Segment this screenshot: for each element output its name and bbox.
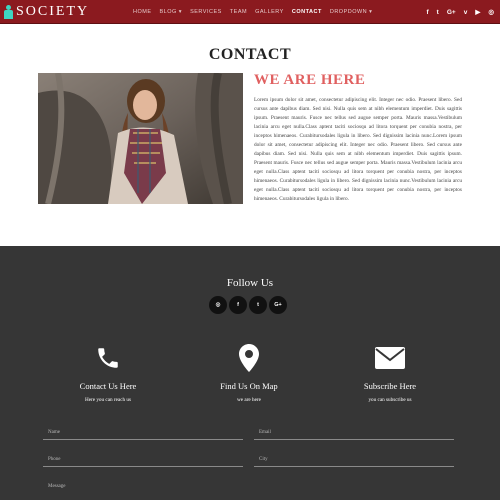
vimeo-icon[interactable]: v <box>464 9 468 16</box>
twitter-icon[interactable]: t <box>437 9 439 16</box>
message-placeholder: Message <box>48 484 66 489</box>
follow-us-title: Follow Us <box>226 277 274 289</box>
navbar: SOCIETY HOME BLOG ▾ SERVICES TEAM GALLER… <box>0 0 500 24</box>
brand-name: SOCIETY <box>16 4 90 19</box>
youtube-icon[interactable]: ▶ <box>475 8 480 16</box>
contact-us-block: Contact Us Here Here you can reach us <box>38 344 178 403</box>
person-icon <box>3 4 13 20</box>
find-us-block: Find Us On Map we are here <box>179 344 319 403</box>
subscribe-subtitle: you can subscribe us <box>368 397 412 403</box>
instagram-icon[interactable]: ◎ <box>209 296 227 314</box>
nav-blog-dropdown[interactable]: BLOG ▾ <box>160 9 183 15</box>
subscribe-title: Subscribe Here <box>363 381 417 391</box>
contact-us-title: Contact Us Here <box>79 381 137 391</box>
subscribe-block: Subscribe Here you can subscribe us <box>320 344 460 403</box>
instagram-icon[interactable]: ◎ <box>488 8 494 16</box>
email-placeholder: Email <box>259 430 271 435</box>
brand-logo[interactable]: SOCIETY <box>3 2 89 22</box>
twitter-icon[interactable]: t <box>249 296 267 314</box>
name-placeholder: Name <box>48 430 60 435</box>
nav-gallery[interactable]: GALLERY <box>255 9 284 15</box>
email-field[interactable]: Email <box>254 428 454 440</box>
nav-contact[interactable]: CONTACT <box>292 9 322 15</box>
nav-services[interactable]: SERVICES <box>190 9 222 15</box>
google-plus-icon[interactable]: G+ <box>269 296 287 314</box>
phone-field[interactable]: Phone <box>43 455 243 467</box>
find-us-title: Find Us On Map <box>220 381 278 391</box>
name-field[interactable]: Name <box>43 428 243 440</box>
envelope-icon <box>320 344 460 372</box>
phone-placeholder: Phone <box>48 457 61 462</box>
social-links-header: f t G+ v ▶ ◎ <box>419 0 495 24</box>
city-field[interactable]: City <box>254 455 454 467</box>
page-title: CONTACT <box>208 46 292 63</box>
woman-photo <box>38 73 243 204</box>
nav-menu: HOME BLOG ▾ SERVICES TEAM GALLERY CONTAC… <box>133 0 380 24</box>
nav-team[interactable]: TEAM <box>230 9 247 15</box>
google-plus-icon[interactable]: G+ <box>447 9 456 16</box>
city-placeholder: City <box>259 457 268 462</box>
footer: Follow Us ◎ f t G+ Contact Us Here Here … <box>0 246 500 500</box>
about-paragraph: Lorem ipsum dolor sit amet, consectetur … <box>254 97 462 202</box>
section-heading: WE ARE HERE <box>254 72 366 88</box>
find-us-subtitle: we are here <box>237 397 261 403</box>
facebook-icon[interactable]: f <box>229 296 247 314</box>
message-field[interactable]: Message <box>43 482 454 494</box>
nav-dropdown[interactable]: DROPDOWN ▾ <box>330 9 373 15</box>
follow-social-icons: ◎ f t G+ <box>209 296 289 314</box>
map-pin-icon <box>179 344 319 372</box>
phone-icon <box>38 344 178 372</box>
nav-home[interactable]: HOME <box>133 9 152 15</box>
facebook-icon[interactable]: f <box>427 9 429 16</box>
contact-us-subtitle: Here you can reach us <box>84 397 132 403</box>
